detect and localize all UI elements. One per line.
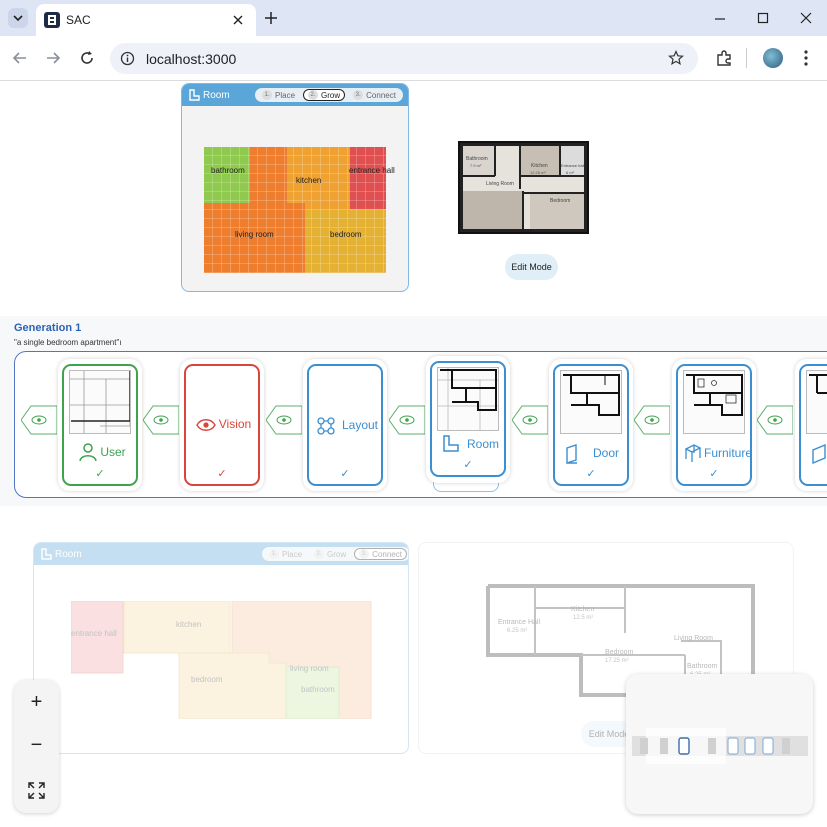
fit-view-icon[interactable] [28, 782, 45, 799]
browser-toolbar: localhost:3000 [0, 36, 827, 81]
step-place[interactable]: 1. Place [258, 89, 299, 101]
room-panel-header: Room 1. Place 2. Grow 3. Connect [182, 84, 408, 106]
address-bar[interactable]: localhost:3000 [110, 43, 698, 74]
wall-icon [812, 444, 826, 464]
card-label-furniture: Furniture [704, 446, 753, 460]
layout-nodes-icon [317, 417, 335, 435]
step-tabs: 1. Place 2. Grow 3. Connect [255, 88, 403, 102]
room-panel: Room 1. Place 2. Grow 3. Connect bathroom k… [181, 83, 409, 292]
eye-connector-icon [757, 405, 793, 435]
bookmark-star-icon[interactable] [668, 50, 684, 66]
app-logo-icon [44, 12, 60, 28]
menu-icon[interactable] [800, 49, 812, 67]
card-layout-body: Layout ✓ [307, 364, 383, 486]
room-layout-thumbnail [437, 367, 499, 431]
card-label-vision: Vision [218, 417, 252, 431]
maximize-icon[interactable] [757, 12, 769, 24]
card-check-layout: ✓ [340, 468, 350, 480]
forward-icon[interactable] [45, 50, 61, 66]
lower-step-connect[interactable]: 3. Connect [354, 548, 407, 560]
room-panel-title: Room [203, 90, 230, 101]
card-door-body: Door ✓ [553, 364, 629, 486]
room-label-kitchen: kitchen [296, 176, 322, 185]
generation-prompt: "a single bedroom apartment"ı [14, 338, 122, 347]
card-check-vision: ✓ [217, 468, 227, 480]
user-sketch-thumbnail [69, 370, 131, 434]
card-label-layout: Layout [341, 418, 379, 432]
chevron-down-icon [13, 15, 23, 22]
minimap-view [632, 728, 808, 764]
site-info-icon[interactable] [120, 51, 135, 66]
pipeline-card-room[interactable]: Room ✓ [426, 356, 510, 483]
eye-connector-icon [389, 405, 425, 435]
tab-title: SAC [66, 13, 91, 27]
card-check-door: ✓ [586, 468, 596, 480]
lower-room-panel: Room 1. Place 2. Grow 3. Connect entrance h… [33, 542, 409, 754]
card-vision-body: Vision ✓ [184, 364, 260, 486]
tab-list-button[interactable] [8, 8, 28, 28]
room-icon [189, 89, 200, 101]
next-layout-thumbnail [806, 370, 827, 434]
eye-connector-icon [512, 405, 548, 435]
toolbar-divider [746, 48, 747, 68]
card-label-user: User [100, 445, 126, 459]
floorplan-preview[interactable]: Bathroom 7.9 m² Kitchen 12.25 m² Entranc… [458, 141, 589, 234]
zoom-out-button[interactable]: − [14, 725, 59, 765]
room-icon [41, 548, 52, 560]
eye-connector-icon [266, 405, 302, 435]
eye-connector-icon [143, 405, 179, 435]
app-canvas[interactable]: Room 1. Place 2. Grow 3. Connect bathroom k… [0, 82, 827, 827]
generation-title: Generation 1 [14, 322, 82, 334]
minimize-icon[interactable] [714, 13, 726, 25]
profile-avatar[interactable] [763, 48, 783, 68]
room-label-bathroom: bathroom [211, 166, 245, 175]
lower-room-panel-header: Room 1. Place 2. Grow 3. Connect [34, 543, 408, 565]
card-next-body [799, 364, 827, 486]
lower-step-grow[interactable]: 2. Grow [310, 548, 350, 560]
extensions-icon[interactable] [715, 49, 733, 67]
window-close-icon[interactable] [800, 12, 812, 24]
step-grow[interactable]: 2. Grow [303, 89, 346, 101]
pipeline-card-user[interactable]: User ✓ [58, 359, 142, 491]
active-tab[interactable]: SAC [36, 4, 256, 36]
card-furniture-body: Furniture ✓ [676, 364, 752, 486]
card-user-body: User ✓ [62, 364, 138, 486]
card-label-room: Room [466, 437, 499, 451]
step-connect[interactable]: 3. Connect [349, 89, 400, 101]
eye-connector-icon [634, 405, 670, 435]
door-icon [566, 444, 577, 464]
card-check-user: ✓ [95, 468, 105, 480]
lower-room-diagram [71, 601, 372, 719]
door-layout-thumbnail [560, 370, 622, 434]
pipeline-card-vision[interactable]: Vision ✓ [180, 359, 264, 491]
lower-step-place[interactable]: 1. Place [265, 548, 306, 560]
furniture-layout-thumbnail [683, 370, 745, 434]
zoom-controls: + − [14, 680, 59, 813]
url-text[interactable]: localhost:3000 [146, 51, 236, 67]
reload-icon[interactable] [79, 50, 95, 66]
zoom-in-button[interactable]: + [14, 682, 59, 722]
room-label-entrance-hall: entrance hall [349, 166, 395, 175]
pipeline-card-door[interactable]: Door ✓ [549, 359, 633, 491]
card-room-body: Room ✓ [430, 361, 506, 477]
pipeline-card-next[interactable] [795, 359, 827, 491]
room-label-living-room: living room [235, 230, 274, 239]
new-tab-icon[interactable] [264, 11, 278, 25]
card-check-furniture: ✓ [709, 468, 719, 480]
pipeline-card-furniture[interactable]: Furniture ✓ [672, 359, 756, 491]
card-label-door: Door [592, 446, 619, 460]
close-icon[interactable] [232, 14, 244, 26]
furniture-icon [684, 444, 702, 462]
tab-strip: SAC [0, 0, 827, 36]
room-icon [443, 435, 459, 452]
minimap[interactable] [626, 674, 813, 814]
pipeline-card-layout[interactable]: Layout ✓ [303, 359, 387, 491]
room-label-bedroom: bedroom [330, 230, 362, 239]
eye-connector-icon [21, 405, 57, 435]
back-icon[interactable] [12, 50, 28, 66]
card-check-room: ✓ [463, 459, 473, 471]
lower-step-tabs: 1. Place 2. Grow 3. Connect [262, 547, 408, 561]
edit-mode-button[interactable]: Edit Mode [505, 254, 558, 280]
